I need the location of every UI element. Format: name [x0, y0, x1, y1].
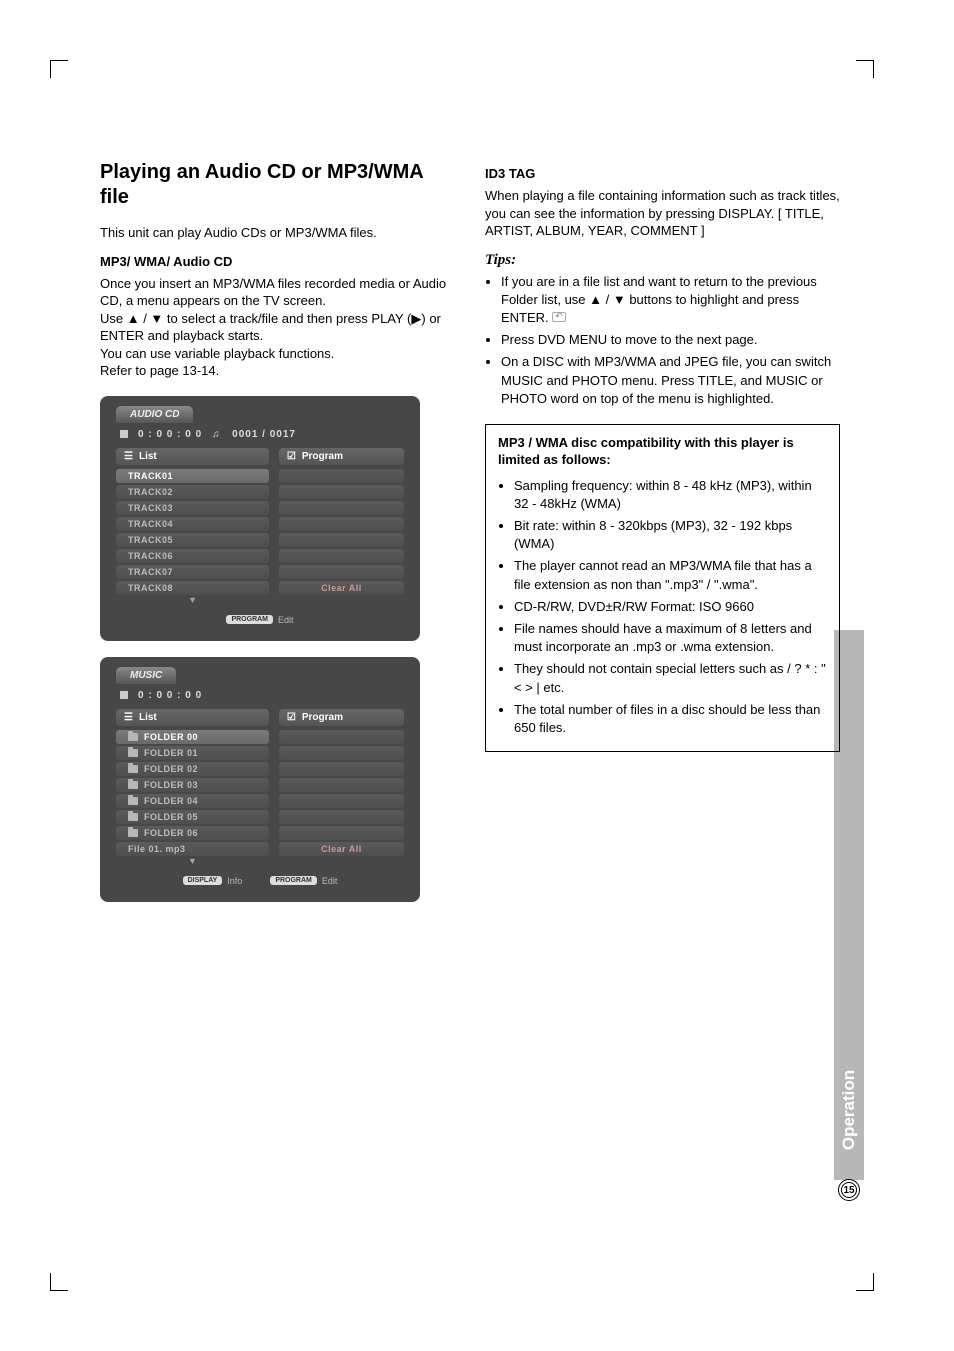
- compat-item: CD-R/RW, DVD±R/RW Format: ISO 9660: [514, 598, 827, 616]
- osd-track-row[interactable]: TRACK05: [116, 533, 269, 547]
- osd-program-slot[interactable]: .: [279, 501, 404, 515]
- check-icon: ☑: [287, 451, 296, 462]
- osd-time: 0 : 0 0 : 0 0: [138, 429, 202, 440]
- crop-mark: [856, 60, 874, 78]
- page-number: 15: [838, 1179, 860, 1201]
- folder-icon: [128, 813, 138, 821]
- osd-program-slot[interactable]: .: [279, 762, 404, 776]
- osd-track-row[interactable]: TRACK02: [116, 485, 269, 499]
- osd-tab-label: MUSIC: [116, 667, 176, 684]
- tips-list: If you are in a file list and want to re…: [485, 273, 840, 408]
- tip-item: Press DVD MENU to move to the next page.: [501, 331, 840, 349]
- scroll-down-icon[interactable]: ▼: [116, 856, 269, 866]
- crop-mark: [856, 1273, 874, 1291]
- crop-mark: [50, 60, 68, 78]
- osd-list-header: ☰ List: [116, 448, 269, 465]
- check-icon: ☑: [287, 712, 296, 723]
- compat-item: They should not contain special letters …: [514, 660, 827, 696]
- intro-text: This unit can play Audio CDs or MP3/WMA …: [100, 224, 455, 242]
- stop-icon: [120, 430, 128, 438]
- osd-program-header: ☑ Program: [279, 709, 404, 726]
- osd-program-slot[interactable]: .: [279, 730, 404, 744]
- osd-program-header: ☑ Program: [279, 448, 404, 465]
- osd-folder-row[interactable]: FOLDER 03: [116, 778, 269, 792]
- compat-heading: MP3 / WMA disc compatibility with this p…: [498, 435, 827, 469]
- section-tab-label: Operation: [839, 1070, 859, 1150]
- osd-program-slot[interactable]: .: [279, 810, 404, 824]
- folder-icon: [128, 765, 138, 773]
- osd-program-slot[interactable]: .: [279, 778, 404, 792]
- osd-clear-all[interactable]: Clear All: [279, 581, 404, 595]
- osd-footer-program-edit[interactable]: PROGRAM Edit: [226, 615, 293, 625]
- osd-footer-display-info[interactable]: DISPLAY Info: [183, 876, 243, 886]
- osd-track-row[interactable]: TRACK07: [116, 565, 269, 579]
- folder-icon: [128, 733, 138, 741]
- music-note-icon: ♫: [212, 429, 222, 440]
- osd-program-slot[interactable]: .: [279, 469, 404, 483]
- stop-icon: [120, 691, 128, 699]
- osd-folder-row[interactable]: FOLDER 06: [116, 826, 269, 840]
- osd-track-row[interactable]: TRACK04: [116, 517, 269, 531]
- osd-program-slot[interactable]: .: [279, 794, 404, 808]
- compat-item: Sampling frequency: within 8 - 48 kHz (M…: [514, 477, 827, 513]
- body-paragraph: Once you insert an MP3/WMA files recorde…: [100, 275, 455, 380]
- osd-program-slot[interactable]: .: [279, 485, 404, 499]
- osd-music: MUSIC 0 : 0 0 : 0 0 ☰ List FOLDER 00 FOL…: [100, 657, 420, 902]
- list-icon: ☰: [124, 712, 133, 723]
- osd-list-header: ☰ List: [116, 709, 269, 726]
- id3-heading: ID3 TAG: [485, 166, 840, 181]
- osd-program-slot[interactable]: .: [279, 533, 404, 547]
- compat-item: Bit rate: within 8 - 320kbps (MP3), 32 -…: [514, 517, 827, 553]
- compat-item: The player cannot read an MP3/WMA file t…: [514, 557, 827, 593]
- osd-time: 0 : 0 0 : 0 0: [138, 690, 202, 701]
- osd-track-row[interactable]: TRACK03: [116, 501, 269, 515]
- crop-mark: [50, 1273, 68, 1291]
- page-title: Playing an Audio CD or MP3/WMA file: [100, 160, 455, 210]
- tip-item: On a DISC with MP3/WMA and JPEG file, yo…: [501, 353, 840, 408]
- compat-item: File names should have a maximum of 8 le…: [514, 620, 827, 656]
- id3-body: When playing a file containing informati…: [485, 187, 840, 240]
- tips-heading: Tips:: [485, 252, 840, 269]
- folder-icon: [128, 749, 138, 757]
- osd-folder-row[interactable]: FOLDER 04: [116, 794, 269, 808]
- osd-program-slot[interactable]: .: [279, 517, 404, 531]
- osd-track-row[interactable]: TRACK08: [116, 581, 269, 595]
- osd-program-slot[interactable]: .: [279, 565, 404, 579]
- tip-item: If you are in a file list and want to re…: [501, 273, 840, 328]
- compat-item: The total number of files in a disc shou…: [514, 701, 827, 737]
- folder-icon: [128, 829, 138, 837]
- list-icon: ☰: [124, 451, 133, 462]
- osd-audio-cd: AUDIO CD 0 : 0 0 : 0 0 ♫ 0001 / 0017 ☰ L…: [100, 396, 420, 641]
- compatibility-box: MP3 / WMA disc compatibility with this p…: [485, 424, 840, 752]
- osd-folder-row[interactable]: FOLDER 02: [116, 762, 269, 776]
- folder-up-icon: [552, 312, 566, 322]
- folder-icon: [128, 781, 138, 789]
- subheading: MP3/ WMA/ Audio CD: [100, 254, 455, 269]
- osd-folder-row[interactable]: FOLDER 01: [116, 746, 269, 760]
- osd-tab-label: AUDIO CD: [116, 406, 193, 423]
- osd-track-row[interactable]: TRACK01: [116, 469, 269, 483]
- compat-list: Sampling frequency: within 8 - 48 kHz (M…: [498, 477, 827, 737]
- osd-program-slot[interactable]: .: [279, 549, 404, 563]
- osd-footer-program-edit[interactable]: PROGRAM Edit: [270, 876, 337, 886]
- osd-track-counter: 0001 / 0017: [232, 429, 296, 440]
- osd-program-slot[interactable]: .: [279, 826, 404, 840]
- osd-track-row[interactable]: TRACK06: [116, 549, 269, 563]
- osd-program-slot[interactable]: .: [279, 746, 404, 760]
- folder-icon: [128, 797, 138, 805]
- osd-folder-row[interactable]: FOLDER 05: [116, 810, 269, 824]
- osd-folder-row[interactable]: FOLDER 00: [116, 730, 269, 744]
- scroll-down-icon[interactable]: ▼: [116, 595, 269, 605]
- osd-file-row[interactable]: File 01. mp3: [116, 842, 269, 856]
- osd-clear-all[interactable]: Clear All: [279, 842, 404, 856]
